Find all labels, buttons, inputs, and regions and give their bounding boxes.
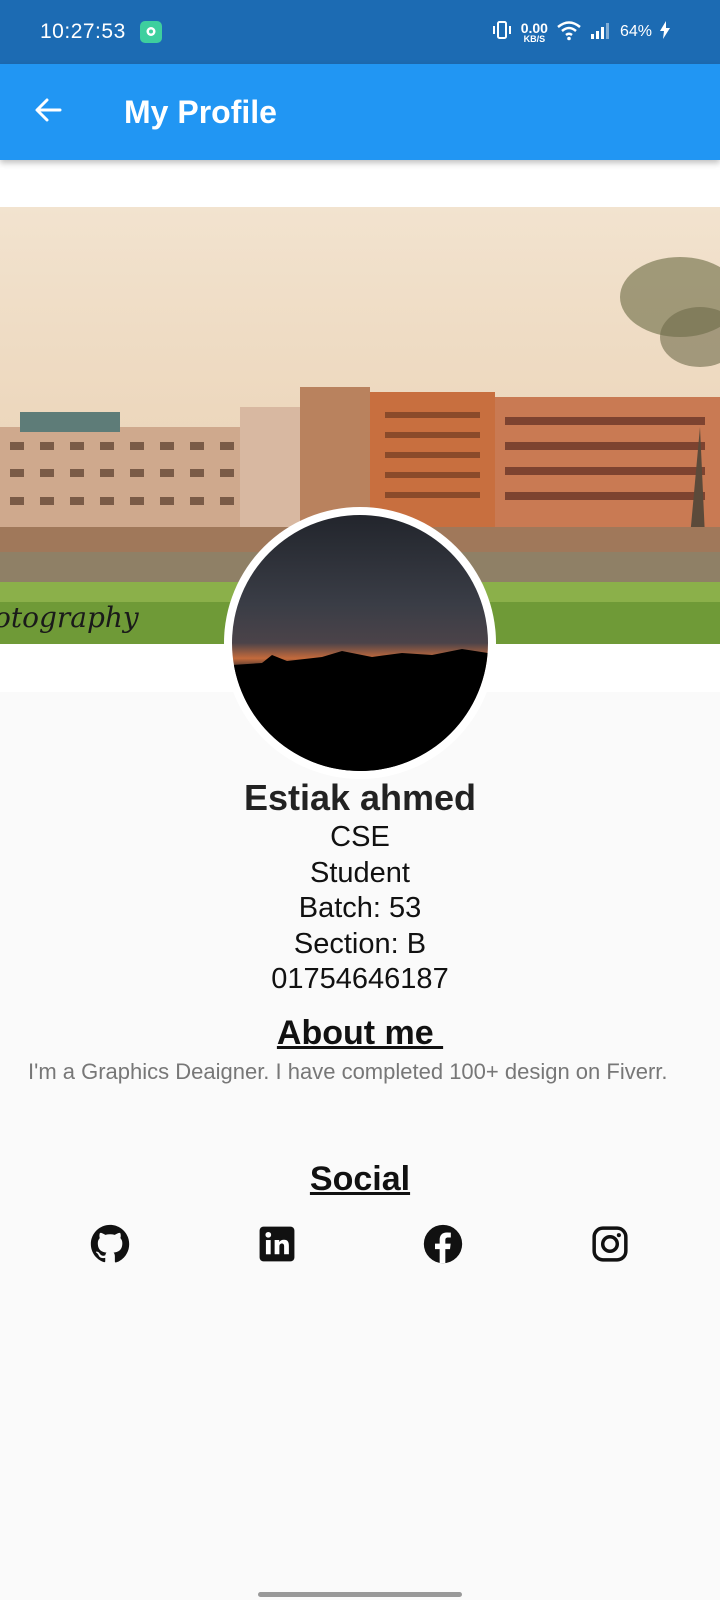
arrow-back-icon — [34, 96, 62, 129]
github-icon — [90, 1224, 130, 1269]
profile-role: Student — [310, 856, 410, 889]
status-time: 10:27:53 — [40, 20, 126, 43]
github-button[interactable] — [86, 1222, 134, 1270]
battery-percent: 64% — [619, 23, 652, 40]
network-speed: 0.00 KB/S — [521, 21, 548, 44]
about-heading: About me — [276, 1014, 444, 1052]
signal-icon — [590, 20, 612, 45]
status-bar: 10:27:53 0.00 KB/S 64% — [0, 0, 720, 64]
profile-name: Estiak ahmed — [243, 777, 477, 818]
about-text: I'm a Graphics Deaigner. I have complete… — [28, 1059, 668, 1084]
chat-notification-icon — [139, 21, 162, 43]
app-bar: My Profile — [0, 64, 720, 160]
profile-batch: Batch: 53 — [298, 892, 422, 924]
network-speed-unit: KB/S — [523, 33, 546, 44]
profile-avatar[interactable] — [224, 507, 496, 779]
network-speed-value: 0.00 — [520, 19, 548, 36]
profile-section: Section: B — [293, 927, 427, 960]
back-button[interactable] — [24, 88, 72, 136]
social-links — [0, 1222, 720, 1270]
linkedin-button[interactable] — [253, 1222, 301, 1270]
wifi-icon — [556, 19, 582, 46]
social-heading: Social — [309, 1160, 411, 1198]
instagram-icon — [591, 1225, 629, 1268]
profile-info: Estiak ahmed CSE Student Batch: 53 Secti… — [0, 776, 720, 998]
facebook-button[interactable] — [419, 1222, 467, 1270]
linkedin-icon — [258, 1225, 296, 1268]
charging-icon — [660, 20, 670, 44]
avatar-image — [232, 515, 488, 771]
facebook-icon — [423, 1224, 463, 1269]
profile-phone: 01754646187 — [271, 963, 449, 995]
svg-text:otography: otography — [0, 601, 140, 634]
vibrate-icon — [491, 19, 513, 46]
home-indicator[interactable] — [258, 1592, 462, 1597]
instagram-button[interactable] — [586, 1222, 634, 1270]
profile-department: CSE — [330, 821, 390, 853]
page-title: My Profile — [124, 93, 277, 130]
